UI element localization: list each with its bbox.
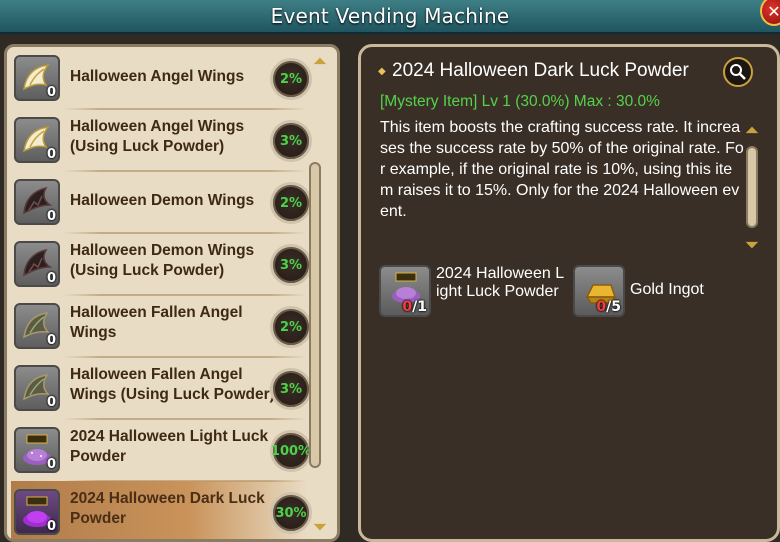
desc-scrollbar[interactable] [746,146,758,228]
close-button[interactable]: ✕ [760,0,780,26]
demon-wings-icon: 0 [14,179,60,225]
chevron-up-icon: ⏶ [312,50,328,72]
dark-luck-powder-icon: 0 [14,489,60,535]
material-name: 2024 Halloween Light Luck Powder [436,265,565,300]
list-item[interactable]: 0 Halloween Angel Wings 2% [11,47,312,110]
bullet-icon: ◆ [378,66,386,77]
item-list-panel: 0 Halloween Angel Wings 2% 0 Halloween A… [4,44,340,542]
list-scrollbar[interactable] [309,162,321,468]
material-slot[interactable]: 0/1 2024 Halloween Light Luck Powder [379,265,569,317]
light-luck-powder-icon: 0/1 [379,265,431,317]
search-icon [730,64,746,80]
desc-scroll-up-button[interactable]: ⏶ [743,119,761,141]
list-scroll-down-button[interactable]: ⏷ [311,516,329,538]
item-name: Halloween Fallen Angel Wings (Using Luck… [70,366,275,403]
rate-badge: 2% [270,306,312,348]
rate-badge: 2% [270,182,312,224]
desc-scroll-down-button[interactable]: ⏷ [743,234,761,256]
detail-title: 2024 Halloween Dark Luck Powder [392,60,689,81]
rate-badge: 3% [270,368,312,410]
angel-wings-icon: 0 [14,117,60,163]
item-name: Halloween Demon Wings (Using Luck Powder… [70,242,255,279]
list-item[interactable]: 0 Halloween Angel Wings (Using Luck Powd… [11,109,312,172]
item-description: This item boosts the crafting success ra… [380,119,744,220]
gold-ingot-icon: 0/5 [573,265,625,317]
chevron-down-icon: ⏷ [744,234,760,256]
item-name: 2024 Halloween Dark Luck Powder [70,490,265,527]
light-luck-powder-icon: 0 [14,427,60,473]
demon-wings-icon: 0 [14,241,60,287]
material-slot[interactable]: 0/5 Gold Ingot [573,265,733,317]
item-name: Halloween Demon Wings [70,192,255,209]
angel-wings-icon: 0 [14,55,60,101]
list-item[interactable]: 0 Halloween Demon Wings 2% [11,171,312,234]
rate-badge: 2% [270,58,312,100]
chevron-down-icon: ⏷ [312,516,328,538]
item-subtitle: [Mystery Item] Lv 1 (30.0%) Max : 30.0% [380,93,660,110]
item-name: Halloween Angel Wings [70,68,245,85]
close-icon: ✕ [767,1,780,21]
window-title: Event Vending Machine [270,4,510,28]
chevron-up-icon: ⏶ [744,119,760,141]
list-item[interactable]: 0 Halloween Fallen Angel Wings 2% [11,295,312,358]
list-scroll-up-button[interactable]: ⏶ [311,50,329,72]
have-count: 0 [402,299,413,315]
list-item[interactable]: 0 Halloween Demon Wings (Using Luck Powd… [11,233,312,296]
need-count: /5 [606,299,621,315]
have-count: 0 [596,299,607,315]
list-item-selected[interactable]: 0 2024 Halloween Dark Luck Powder 30% [11,481,312,539]
need-count: /1 [412,299,427,315]
list-item[interactable]: 0 2024 Halloween Light Luck Powder 100% [11,419,312,482]
list-item[interactable]: 0 Halloween Fallen Angel Wings (Using Lu… [11,357,312,420]
item-name: Halloween Fallen Angel Wings [70,304,243,341]
rate-badge: 3% [270,244,312,286]
rate-badge: 3% [270,120,312,162]
item-name: Halloween Angel Wings (Using Luck Powder… [70,118,245,155]
rate-badge: 30% [270,492,312,534]
fallen-angel-wings-icon: 0 [14,303,60,349]
item-name: 2024 Halloween Light Luck Powder [70,428,269,465]
rate-badge: 100% [270,430,312,472]
title-bar: Event Vending Machine ✕ [0,0,780,34]
fallen-angel-wings-icon: 0 [14,365,60,411]
magnify-button[interactable] [723,57,753,87]
material-name: Gold Ingot [630,281,704,298]
